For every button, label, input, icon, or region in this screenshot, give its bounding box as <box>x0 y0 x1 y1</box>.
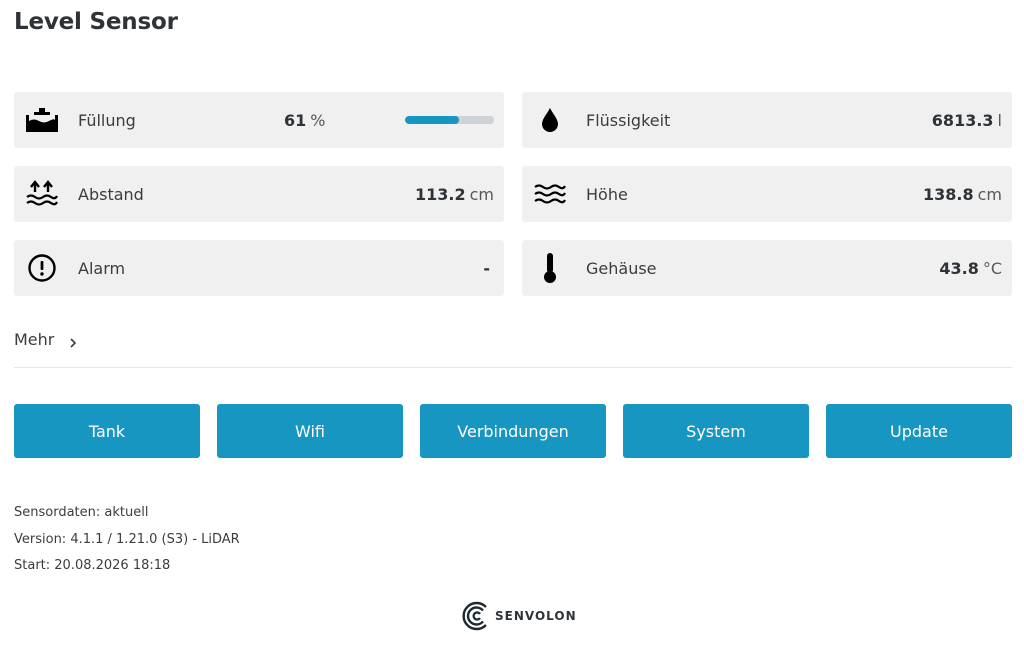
tile-value: 138.8 cm <box>923 184 1002 204</box>
drop-icon <box>533 103 567 137</box>
logo-wordmark: SENVOLON <box>495 609 577 623</box>
fill-progress-bar <box>405 116 494 124</box>
tile-alarm: Alarm - <box>14 240 504 296</box>
distance-up-arrows-icon <box>25 177 59 211</box>
sensordata-status: Sensordaten: aktuell <box>14 505 149 520</box>
tile-fill-level: Füllung 61% <box>14 92 504 148</box>
page: Level Sensor Füllung 61% Flüssigkeit 681… <box>0 0 1024 651</box>
tank-icon <box>25 103 59 137</box>
tile-distance: Abstand 113.2 cm <box>14 166 504 222</box>
more-label: Mehr <box>14 330 55 349</box>
start-time: Start: 20.08.2026 18:18 <box>14 558 171 573</box>
divider <box>14 367 1012 368</box>
waves-icon <box>533 177 567 211</box>
system-button[interactable]: System <box>623 404 809 458</box>
tile-label: Abstand <box>78 184 144 204</box>
chevron-right-icon <box>68 334 78 348</box>
fill-progress-fill <box>405 116 460 124</box>
version-info: Version: 4.1.1 / 1.21.0 (S3) - LiDAR <box>14 531 240 547</box>
senvolon-logo-icon <box>460 600 492 632</box>
alert-circle-icon <box>25 251 59 285</box>
connections-button[interactable]: Verbindungen <box>420 404 606 458</box>
tile-value: 113.2 cm <box>415 184 494 204</box>
sensor-grid: Füllung 61% Flüssigkeit 6813.3 l Abstand… <box>14 92 1012 296</box>
more-link[interactable]: Mehr <box>14 330 78 349</box>
tile-label: Gehäuse <box>586 258 657 278</box>
tile-liquid-volume: Flüssigkeit 6813.3 l <box>522 92 1012 148</box>
tile-value: 43.8 °C <box>939 258 1002 278</box>
tank-button[interactable]: Tank <box>14 404 200 458</box>
tile-value: 6813.3 l <box>931 110 1002 130</box>
update-button[interactable]: Update <box>826 404 1012 458</box>
status-info: Sensordaten: aktuell Version: 4.1.1 / 1.… <box>14 500 240 580</box>
page-title: Level Sensor <box>14 9 178 35</box>
tile-height: Höhe 138.8 cm <box>522 166 1012 222</box>
senvolon-logo: SENVOLON <box>460 600 577 632</box>
tile-value: - <box>483 258 490 278</box>
nav-buttons: Tank Wifi Verbindungen System Update <box>14 404 1012 458</box>
wifi-button[interactable]: Wifi <box>217 404 403 458</box>
tile-value: 61% <box>284 110 326 130</box>
tile-label: Alarm <box>78 258 126 278</box>
tile-label: Höhe <box>586 184 628 204</box>
tile-housing-temperature: Gehäuse 43.8 °C <box>522 240 1012 296</box>
tile-label: Flüssigkeit <box>586 110 671 130</box>
thermometer-icon <box>533 251 567 285</box>
